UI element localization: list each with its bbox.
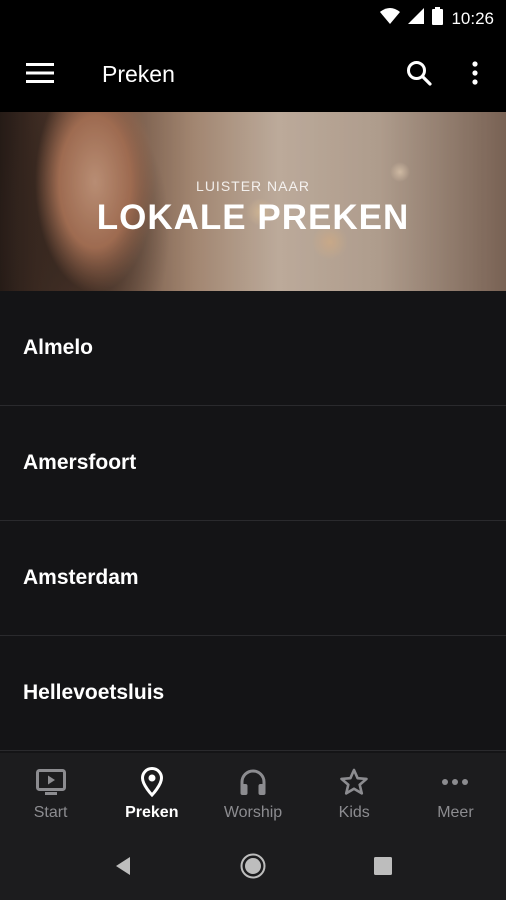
home-icon [240,853,266,884]
bottom-navigation: Start Preken Worship Kids Meer [0,753,506,836]
nav-label: Worship [223,804,283,821]
status-time: 10:26 [451,8,494,28]
nav-item-meer[interactable]: Meer [405,753,506,836]
page-title: Preken [102,61,175,87]
signal-icon [408,8,425,29]
status-bar: 10:26 [0,0,506,38]
nav-label: Preken [125,804,179,821]
nav-item-kids[interactable]: Kids [304,753,405,836]
search-icon [406,60,432,91]
list-item-label: Almelo [23,336,94,359]
list-item-amsterdam[interactable]: Amsterdam [0,521,506,636]
back-button[interactable] [108,853,138,883]
list-item-hellevoetsluis[interactable]: Hellevoetsluis [0,636,506,751]
hero-kicker: LUISTER NAAR [196,178,310,194]
home-button[interactable] [238,853,268,883]
hero-heading: LOKALE PREKEN [96,198,410,237]
star-icon [338,767,370,797]
list-item-label: Hellevoetsluis [23,681,165,704]
status-icons: 10:26 [380,7,494,30]
more-vert-icon [472,60,478,90]
nav-label: Start [33,804,68,821]
hero-banner: LUISTER NAAR LOKALE PREKEN [0,112,506,291]
nav-label: Meer [437,804,474,821]
list-item-label: Amsterdam [23,566,139,589]
recents-button[interactable] [368,853,398,883]
more-horiz-icon [439,767,471,797]
nav-item-start[interactable]: Start [0,753,101,836]
list-item-label: Amersfoort [23,451,137,474]
battery-icon [432,7,444,30]
location-pin-icon [136,767,168,797]
back-icon [114,856,132,881]
menu-button[interactable] [20,60,60,90]
system-navigation [0,836,506,900]
search-button[interactable] [402,58,436,92]
more-options-button[interactable] [458,58,492,92]
location-list: Almelo Amersfoort Amsterdam Hellevoetslu… [0,291,506,753]
nav-item-preken[interactable]: Preken [101,753,202,836]
list-item-almelo[interactable]: Almelo [0,291,506,406]
list-item-amersfoort[interactable]: Amersfoort [0,406,506,521]
tv-icon [35,767,67,797]
app-bar: Preken [0,38,506,112]
headphones-icon [237,767,269,797]
wifi-icon [380,8,401,29]
recents-icon [374,856,392,880]
menu-icon [26,62,54,88]
nav-item-worship[interactable]: Worship [202,753,303,836]
nav-label: Kids [338,804,370,821]
